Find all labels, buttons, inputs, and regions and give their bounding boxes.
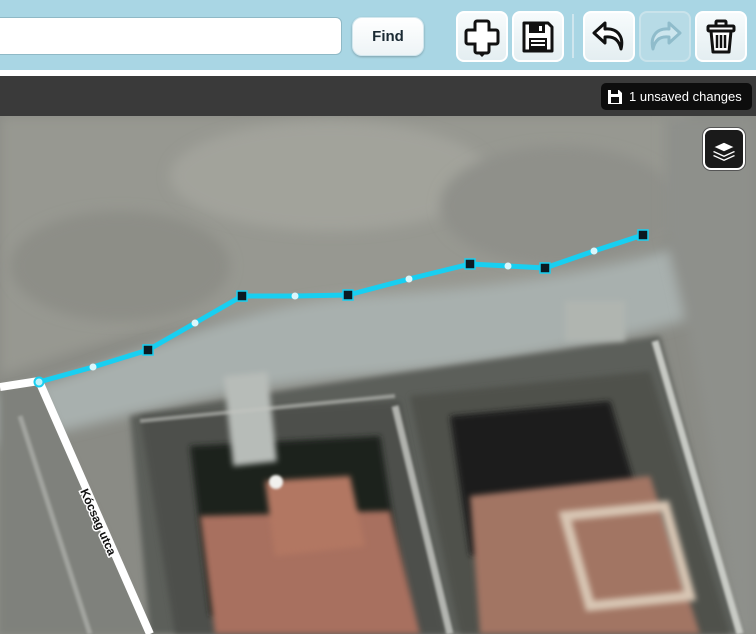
redo-button[interactable]: [639, 11, 691, 62]
way-vertex[interactable]: [236, 290, 248, 302]
delete-button[interactable]: [695, 11, 747, 62]
way-midpoint[interactable]: [191, 319, 199, 327]
map-view[interactable]: Kócsag utca: [0, 116, 756, 634]
layers-icon: [712, 141, 736, 161]
way-midpoint[interactable]: [89, 363, 97, 371]
way-vertex[interactable]: [342, 289, 354, 301]
save-button[interactable]: [512, 11, 564, 62]
way-midpoint[interactable]: [590, 247, 598, 255]
trash-icon: [706, 19, 736, 53]
way-vertex[interactable]: [464, 258, 476, 270]
toolbar-separator: [572, 14, 574, 58]
save-icon: [522, 21, 554, 52]
way-midpoint[interactable]: [504, 262, 512, 270]
save-icon: [608, 89, 622, 104]
unsaved-changes-text: 1 unsaved changes: [629, 89, 742, 104]
toolbar: Find: [0, 0, 756, 76]
undo-icon: [592, 21, 624, 50]
add-icon: [464, 19, 500, 57]
find-button[interactable]: Find: [352, 17, 424, 56]
undo-button[interactable]: [583, 11, 635, 62]
way-vertex[interactable]: [637, 229, 649, 241]
add-feature-button[interactable]: [456, 11, 508, 62]
way-midpoint[interactable]: [291, 292, 299, 300]
way-midpoint[interactable]: [405, 275, 413, 283]
search-input[interactable]: [0, 17, 342, 55]
unsaved-changes-badge[interactable]: 1 unsaved changes: [601, 83, 752, 110]
redo-icon: [650, 21, 682, 50]
map-layers-button[interactable]: [703, 128, 745, 170]
way-vertex[interactable]: [539, 262, 551, 274]
satellite-imagery: Kócsag utca: [0, 116, 756, 634]
way-endpoint[interactable]: [33, 376, 45, 388]
way-vertex[interactable]: [142, 344, 154, 356]
